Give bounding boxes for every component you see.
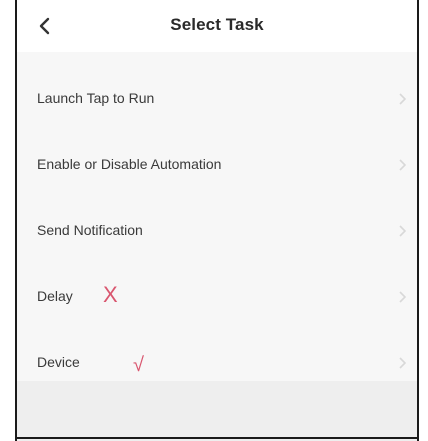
task-item-label: Launch Tap to Run xyxy=(37,90,155,106)
task-list: Launch Tap to Run Enable or Disable Auto… xyxy=(17,66,417,396)
header-bar: Select Task xyxy=(17,0,417,52)
task-item-send-notification[interactable]: Send Notification xyxy=(17,198,417,264)
chevron-right-icon xyxy=(399,93,407,105)
check-mark-annotation: √ xyxy=(133,354,144,376)
task-item-label: Delay xyxy=(37,288,73,304)
bottom-area xyxy=(17,381,417,441)
task-item-label: Device xyxy=(37,354,80,370)
chevron-right-icon xyxy=(399,291,407,303)
chevron-right-icon xyxy=(399,159,407,171)
task-item-label: Send Notification xyxy=(37,222,143,238)
task-item-delay[interactable]: Delay X xyxy=(17,264,417,330)
chevron-right-icon xyxy=(399,225,407,237)
page-title: Select Task xyxy=(170,15,264,34)
task-item-launch-tap-to-run[interactable]: Launch Tap to Run xyxy=(17,66,417,132)
cross-mark-annotation: X xyxy=(103,282,118,307)
chevron-right-icon xyxy=(399,357,407,369)
task-item-enable-disable-automation[interactable]: Enable or Disable Automation xyxy=(17,132,417,198)
task-item-label: Enable or Disable Automation xyxy=(37,156,222,172)
frame-bottom-border xyxy=(15,437,419,439)
phone-screen: Select Task Launch Tap to Run Enable or … xyxy=(15,0,419,441)
